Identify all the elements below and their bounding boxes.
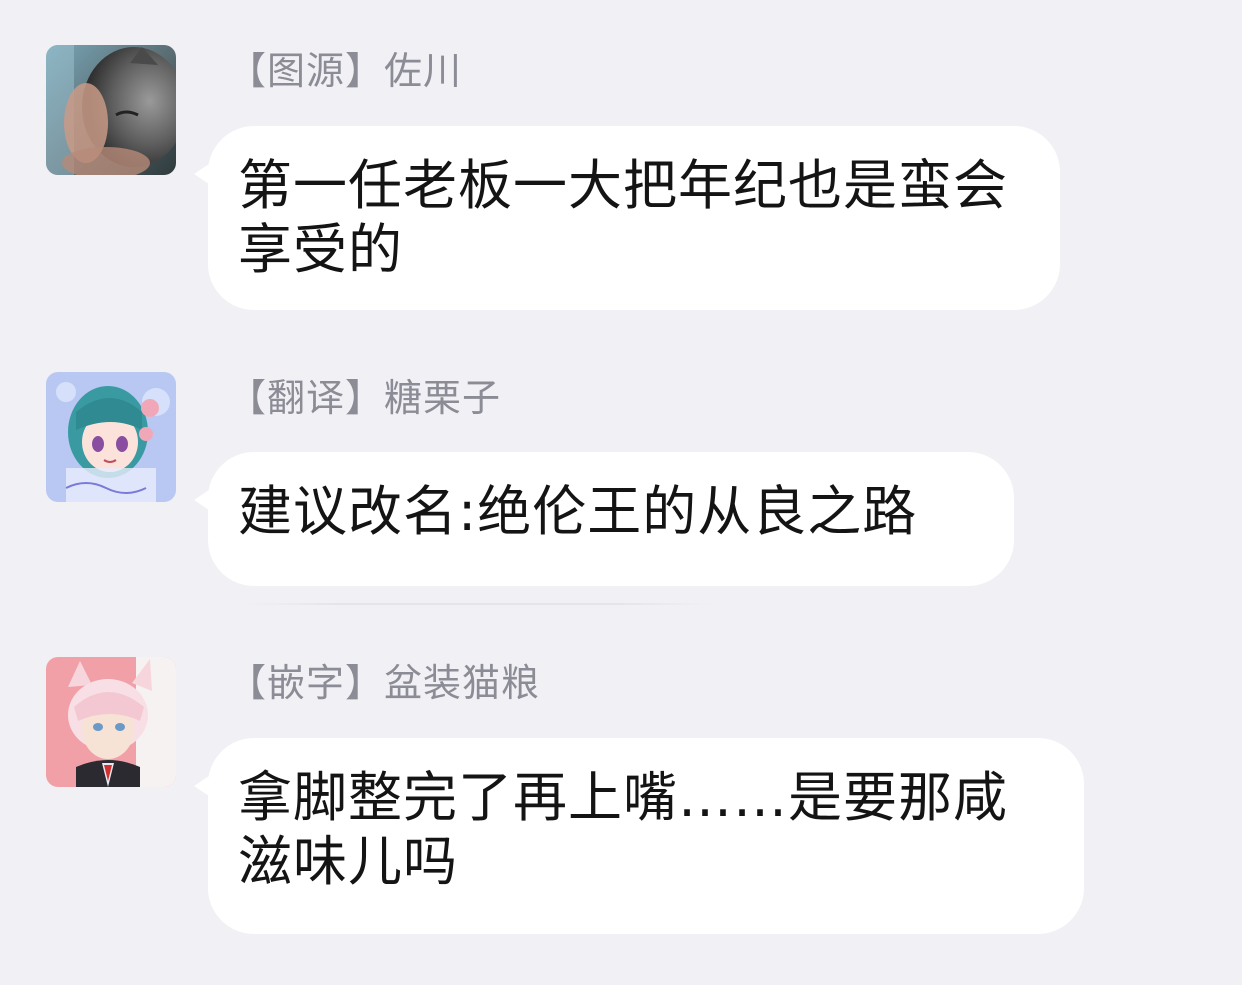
- sender-name: 【翻译】糖栗子: [228, 376, 502, 420]
- message-text: 第一任老板一大把年纪也是蛮会享受的: [238, 154, 1008, 281]
- message-text: 建议改名:绝伦王的从良之路: [238, 480, 918, 543]
- message-text: 拿脚整完了再上嘴……是要那咸滋味儿吗: [238, 766, 1008, 893]
- message-bubble[interactable]: 建议改名:绝伦王的从良之路: [194, 452, 1014, 586]
- message-bubble[interactable]: 拿脚整完了再上嘴……是要那咸滋味儿吗: [194, 738, 1084, 934]
- avatar-cat-photo[interactable]: [46, 45, 176, 175]
- message-bubble[interactable]: 第一任老板一大把年纪也是蛮会享受的: [194, 126, 1060, 310]
- cat-photo-avatar-icon: [46, 45, 176, 175]
- sender-name: 【嵌字】盆装猫粮: [228, 661, 541, 705]
- anime-girl-teal-hair-avatar-icon: [46, 372, 176, 502]
- sender-name: 【图源】佐川: [228, 49, 463, 93]
- avatar-anime-catboy[interactable]: [46, 657, 176, 787]
- anime-catboy-pink-hair-avatar-icon: [46, 657, 176, 787]
- avatar-anime-girl[interactable]: [46, 372, 176, 502]
- divider: [244, 603, 714, 605]
